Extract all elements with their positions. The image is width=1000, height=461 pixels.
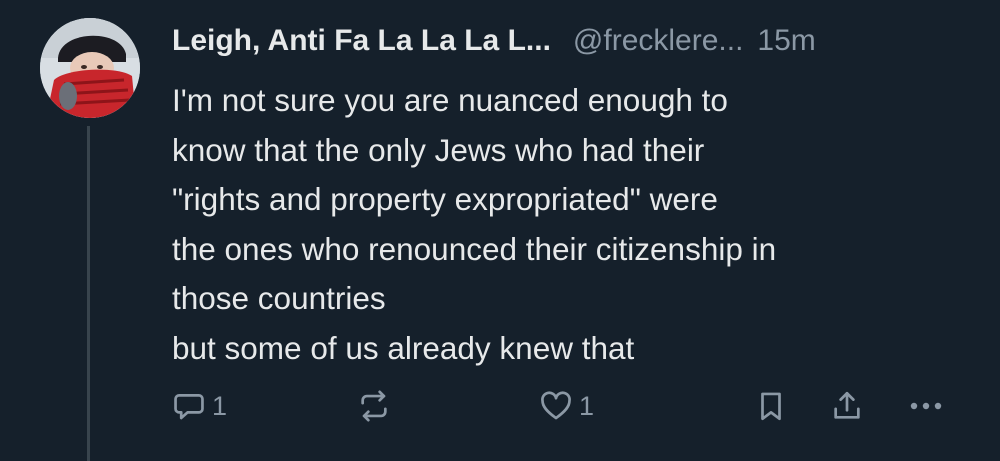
avatar[interactable] <box>40 18 140 118</box>
reply-icon <box>172 389 206 423</box>
tweet-text: I'm not sure you are nuanced enough to k… <box>172 76 972 373</box>
retweet-icon <box>357 389 391 423</box>
heart-icon <box>539 389 573 423</box>
author-name[interactable]: Leigh, Anti Fa La La La L... <box>172 24 551 58</box>
tweet-text-line: "rights and property expropriated" were <box>172 181 718 217</box>
tweet-action-bar: 1 1 <box>0 382 1000 430</box>
bookmark-button[interactable] <box>754 382 788 430</box>
like-count: 1 <box>579 390 595 421</box>
more-icon <box>906 389 946 423</box>
author-handle[interactable]: @frecklere... <box>573 24 744 58</box>
more-options-button[interactable] <box>906 382 946 430</box>
reply-count: 1 <box>212 390 228 421</box>
share-button[interactable] <box>830 382 864 430</box>
like-button[interactable]: 1 <box>539 382 594 430</box>
reply-button[interactable]: 1 <box>172 382 227 430</box>
retweet-button[interactable] <box>357 382 391 430</box>
avatar-image <box>40 18 140 118</box>
tweet-text-line: but some of us already knew that <box>172 329 635 366</box>
tweet-header: Leigh, Anti Fa La La La L... @frecklere.… <box>172 20 816 62</box>
tweet-text-line: know that the only Jews who had their <box>172 131 705 168</box>
bookmark-icon <box>754 389 788 423</box>
tweet-timestamp[interactable]: 15m <box>757 24 815 58</box>
tweet-text-line: I'm not sure you are nuanced enough to <box>172 82 728 118</box>
tweet-text-line: those countries <box>172 280 386 316</box>
share-icon <box>830 389 864 423</box>
tweet-text-line: the ones who renounced their citizenship… <box>172 230 777 267</box>
